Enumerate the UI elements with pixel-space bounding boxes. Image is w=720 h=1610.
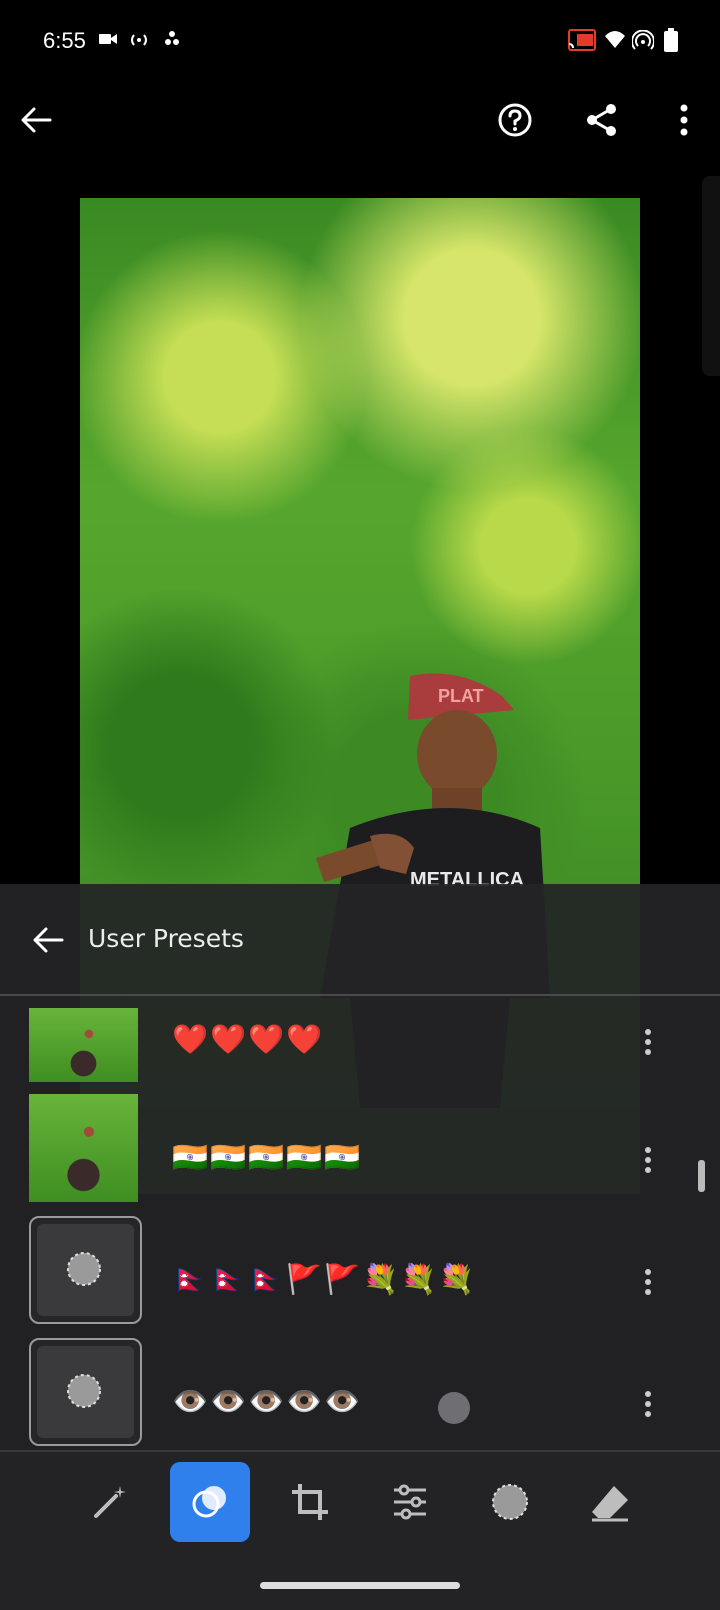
more-vert-icon <box>645 1147 651 1173</box>
more-vert-icon <box>645 1029 651 1055</box>
edge-panel-handle[interactable] <box>702 176 720 376</box>
preset-name: ❤️❤️❤️❤️ <box>172 1022 325 1056</box>
eraser-icon <box>592 1486 628 1522</box>
top-app-bar <box>0 86 720 196</box>
more-vert-icon <box>645 1391 651 1417</box>
preset-more-button[interactable] <box>632 1262 664 1302</box>
preset-thumbnail[interactable] <box>29 1338 142 1446</box>
help-button[interactable] <box>487 92 543 148</box>
share-button[interactable] <box>574 92 630 148</box>
more-options-button[interactable] <box>656 92 712 148</box>
wifi-icon <box>605 31 625 48</box>
preset-more-button[interactable] <box>632 1140 664 1180</box>
more-vert-icon <box>645 1269 651 1295</box>
cast-icon <box>568 29 596 51</box>
preset-thumbnail[interactable] <box>29 1216 142 1324</box>
user-presets-panel: User Presets ❤️❤️❤️❤️ 🇮🇳🇮🇳🇮🇳🇮🇳🇮🇳 🇳🇵🇳🇵🇳🇵🚩… <box>0 884 720 1450</box>
preset-name: 🇳🇵🇳🇵🇳🇵🚩🚩💐💐💐 <box>172 1262 477 1296</box>
status-bar: 6:55 <box>0 0 720 86</box>
preset-row[interactable]: 🇳🇵🇳🇵🇳🇵🚩🚩💐💐💐 <box>0 1216 720 1350</box>
vignette-icon <box>67 1374 101 1408</box>
preset-more-button[interactable] <box>632 1384 664 1424</box>
preset-thumbnail[interactable] <box>29 1008 138 1082</box>
back-button[interactable] <box>8 92 64 148</box>
tool-heal[interactable] <box>570 1462 650 1542</box>
preset-name: 🇮🇳🇮🇳🇮🇳🇮🇳🇮🇳 <box>172 1140 363 1174</box>
panel-header: User Presets <box>0 884 720 994</box>
tool-auto[interactable] <box>70 1462 150 1542</box>
tool-vignette[interactable] <box>470 1462 550 1542</box>
preset-name: 👁️👁️👁️👁️👁️ <box>172 1384 363 1418</box>
panel-back-button[interactable] <box>20 912 76 968</box>
video-icon <box>99 34 117 44</box>
adjust-icon <box>394 1484 426 1520</box>
help-icon <box>498 103 532 137</box>
preset-row[interactable]: 🇮🇳🇮🇳🇮🇳🇮🇳🇮🇳 <box>0 1094 720 1228</box>
arrow-left-icon <box>21 107 52 133</box>
preset-more-button[interactable] <box>632 1022 664 1062</box>
broadcast-icon <box>131 34 147 46</box>
share-icon <box>587 104 616 136</box>
divider <box>0 994 720 996</box>
list-scrollbar[interactable] <box>698 1160 705 1192</box>
cap-text: PLAT <box>438 686 484 706</box>
preset-thumbnail[interactable] <box>29 1094 138 1202</box>
battery-icon <box>664 28 678 52</box>
tool-crop[interactable] <box>270 1462 350 1542</box>
fan-icon <box>165 31 179 45</box>
fast-scroll-knob[interactable] <box>438 1392 470 1424</box>
presets-icon <box>192 1486 226 1518</box>
arrow-left-icon <box>33 927 64 953</box>
hotspot-icon <box>632 30 654 50</box>
home-indicator[interactable] <box>260 1582 460 1589</box>
vignette-icon <box>67 1252 101 1286</box>
magic-wand-icon <box>94 1486 126 1518</box>
tool-adjust[interactable] <box>370 1462 450 1542</box>
vignette-icon <box>492 1484 528 1520</box>
status-time: 6:55 <box>43 28 86 53</box>
crop-icon <box>292 1484 328 1520</box>
tool-presets[interactable] <box>170 1462 250 1542</box>
panel-title: User Presets <box>88 924 244 953</box>
more-vert-icon <box>680 104 688 136</box>
